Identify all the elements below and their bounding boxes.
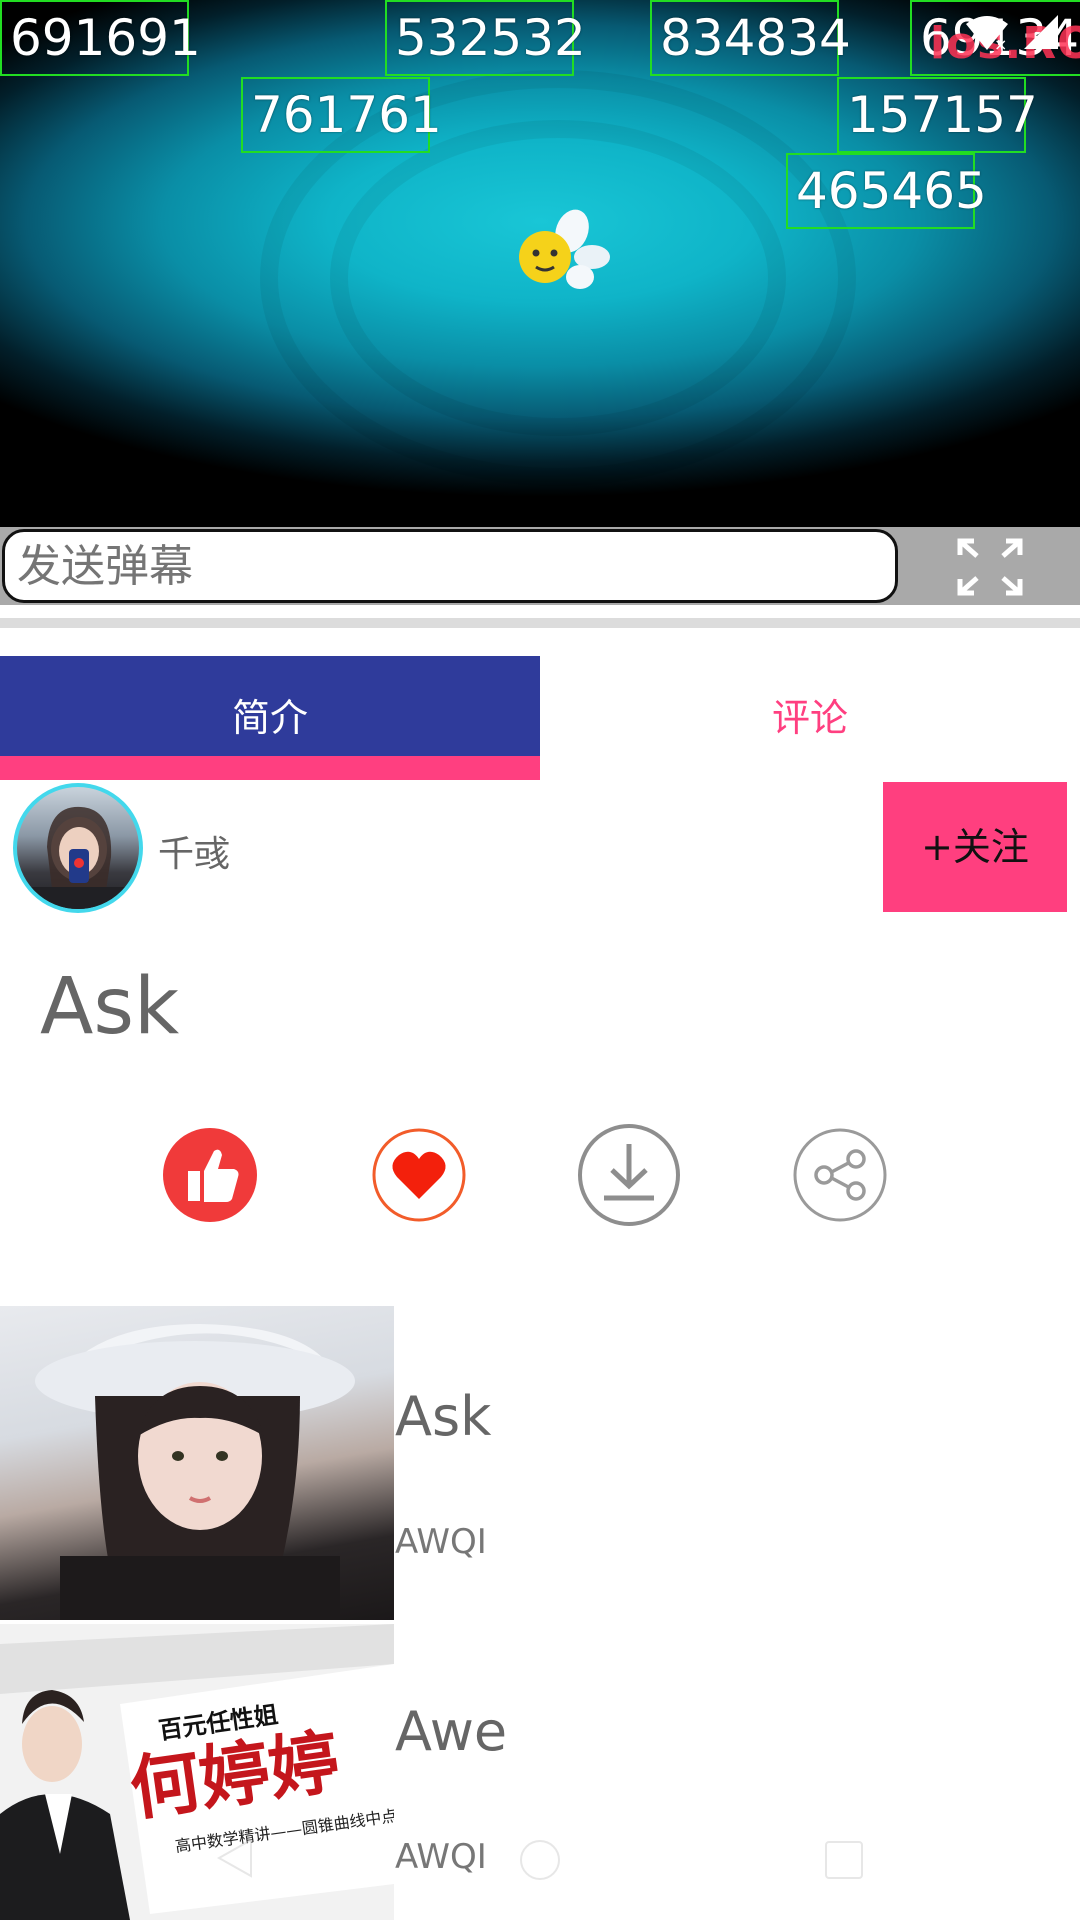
- danmaku-item: 465465: [786, 153, 987, 229]
- related-thumbnail[interactable]: 百元任性姐 何婷婷 高中数学精讲——圆锥曲线中点: [0, 1624, 394, 1920]
- tab-indicator: [0, 756, 540, 780]
- danmaku-item: 691691: [0, 0, 201, 76]
- tab-comments[interactable]: 评论: [540, 656, 1080, 780]
- danmaku-item: 834834: [650, 0, 851, 76]
- related-author: AWQI: [395, 1837, 487, 1877]
- avatar-photo: [27, 806, 137, 909]
- related-author: AWQI: [395, 1522, 487, 1562]
- divider: [0, 618, 1080, 628]
- back-nav-icon[interactable]: [215, 1836, 255, 1880]
- flower-emoji-icon: [519, 209, 610, 289]
- home-nav-icon[interactable]: [518, 1838, 562, 1882]
- danmaku-item: 532532: [385, 0, 586, 76]
- danmaku-input-bar: [0, 527, 1080, 605]
- danmaku-input[interactable]: [2, 529, 898, 603]
- fullscreen-icon[interactable]: [955, 537, 1025, 597]
- tab-comments-label: 评论: [771, 696, 848, 740]
- svg-text:×: ×: [994, 35, 1007, 52]
- related-title[interactable]: Awe: [395, 1700, 507, 1763]
- video-title: Ask: [40, 962, 180, 1052]
- recents-nav-icon[interactable]: [822, 1838, 866, 1882]
- danmaku-item: 157157: [837, 77, 1038, 153]
- favorite-icon[interactable]: [369, 1125, 469, 1225]
- video-player[interactable]: 691691 532532 834834 691349 761761 15715…: [0, 0, 1080, 527]
- thumbnail-ad: 百元任性姐 何婷婷 高中数学精讲——圆锥曲线中点: [0, 1624, 394, 1920]
- tab-intro[interactable]: 简介: [0, 656, 540, 780]
- follow-button[interactable]: +关注: [883, 782, 1067, 912]
- author-name[interactable]: 千彧: [158, 825, 230, 877]
- download-icon[interactable]: [576, 1122, 682, 1228]
- wifi-icon: ×: [966, 16, 1008, 52]
- author-avatar[interactable]: [13, 783, 143, 913]
- related-thumbnail[interactable]: [0, 1306, 394, 1620]
- share-icon[interactable]: [790, 1125, 890, 1225]
- danmaku-item: 761761: [241, 77, 442, 153]
- like-icon[interactable]: [160, 1125, 260, 1225]
- signal-icon: [1024, 15, 1058, 49]
- related-title[interactable]: Ask: [395, 1385, 491, 1448]
- thumbnail-photo: [35, 1324, 355, 1620]
- status-bar: ×: [964, 12, 1060, 52]
